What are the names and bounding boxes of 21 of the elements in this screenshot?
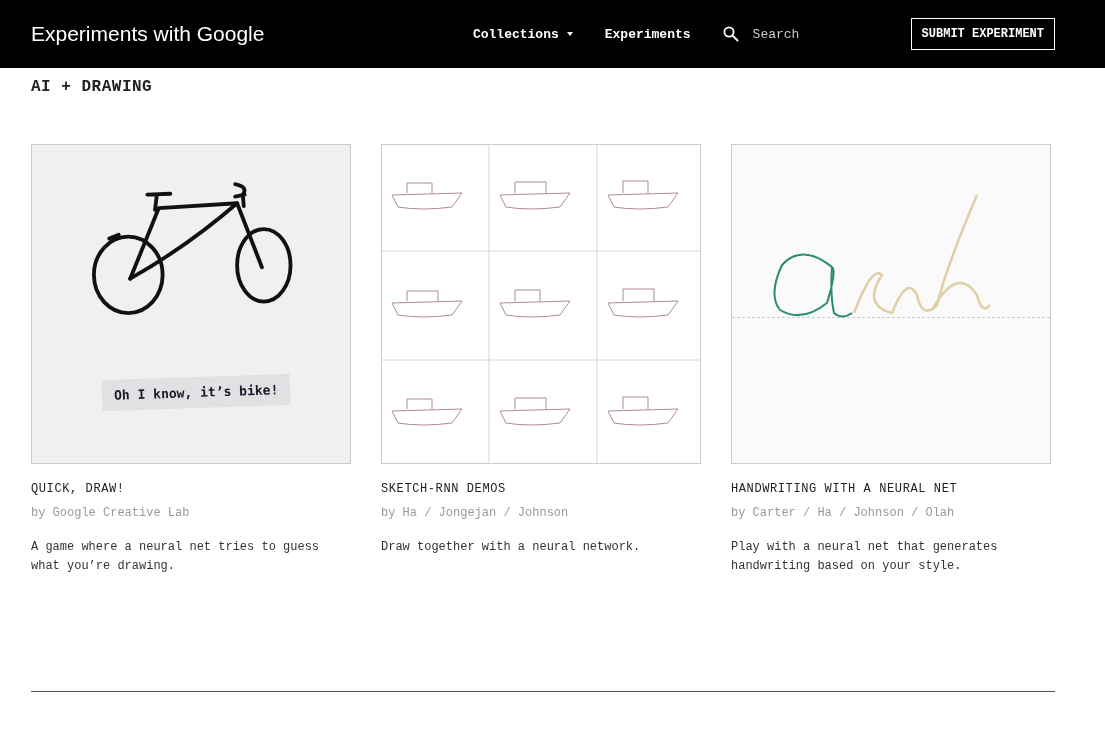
search-icon[interactable] (722, 26, 739, 42)
card-title[interactable]: HANDWRITING WITH A NEURAL NET (731, 482, 1051, 496)
card-authors: by Google Creative Lab (31, 506, 191, 520)
card-title[interactable]: QUICK, DRAW! (31, 482, 351, 496)
nav-dropdown[interactable]: Collections (472, 26, 573, 42)
site-logo[interactable]: Experiments with Google (31, 22, 473, 46)
speech-bubble: Oh I know, it’s bike! (101, 373, 291, 412)
handwriting-thumbnail[interactable] (731, 144, 1051, 464)
submit-experiment-button[interactable]: SUBMIT EXPERIMENT (910, 18, 1055, 50)
bike-thumbnail[interactable]: Oh I know, it’s bike! (31, 144, 351, 464)
card-authors: by Ha / Jongejan / Johnson (381, 506, 570, 520)
search-field[interactable]: Search (752, 26, 833, 42)
caret-icon (566, 32, 573, 36)
card-description: Play with a neural net that generates handwriting based on your style. (731, 539, 999, 575)
section-title: AI + DRAWING (31, 78, 154, 96)
card-description: Draw together with a neural network. (381, 539, 642, 556)
card-description: A game where a neural net tries to guess what you’re drawing. (31, 539, 321, 575)
card-title[interactable]: SKETCH-RNN DEMOS (381, 482, 701, 496)
card-authors: by Carter / Ha / Johnson / Olah (731, 506, 956, 520)
nav-link[interactable]: Experiments (604, 26, 691, 42)
boat-sketches-thumbnail[interactable] (381, 144, 701, 464)
